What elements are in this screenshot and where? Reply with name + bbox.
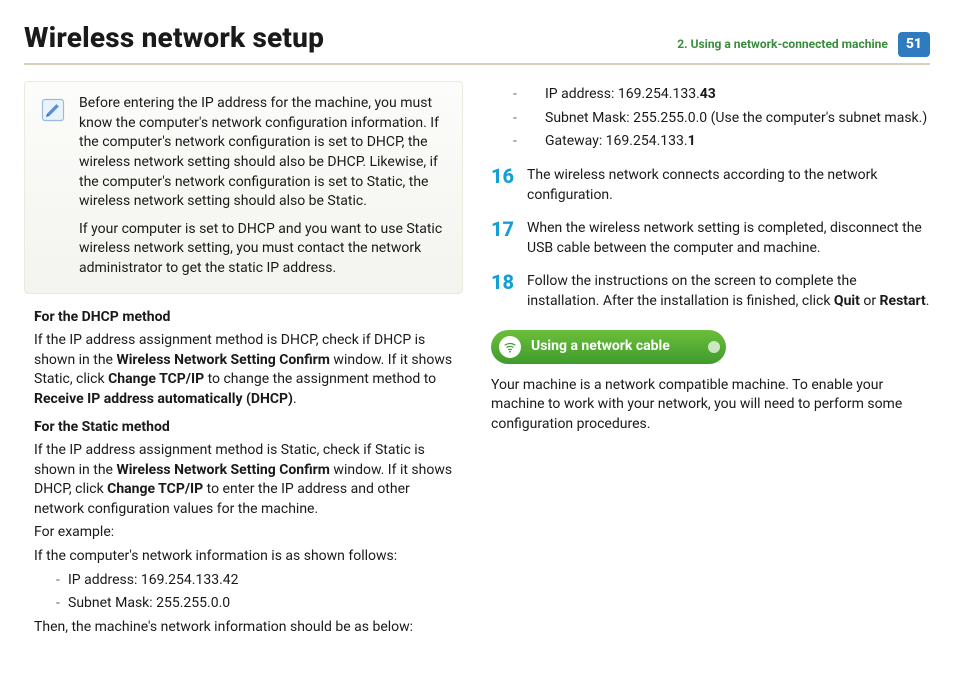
comp-info-lead: If the computer's network information is… [34, 547, 463, 567]
chapter-label: 2. Using a network-connected machine [677, 36, 888, 53]
note-p2: If your computer is set to DHCP and you … [79, 220, 448, 279]
section-pill-network-cable: Using a network cable [491, 330, 726, 364]
machine-gw: Gateway: 169.254.133.1 [491, 132, 930, 152]
bullet-dhcp-body: If the IP address assignment method is D… [34, 331, 463, 409]
note-icon [39, 94, 67, 278]
page-title: Wireless network setup [24, 18, 324, 57]
step-16-text: The wireless network connects according … [527, 166, 930, 205]
step-number-18: 18 [491, 272, 517, 311]
bullet-dhcp-title: For the DHCP method [34, 309, 170, 325]
content-columns: Before entering the IP address for the m… [24, 81, 930, 641]
bullet-dhcp: For the DHCP method If the IP address as… [24, 308, 463, 410]
left-column: Before entering the IP address for the m… [24, 81, 463, 641]
header-right: 2. Using a network-connected machine 51 [677, 32, 930, 58]
step-17: 17 When the wireless network setting is … [491, 219, 930, 258]
then-lead: Then, the machine's network information … [34, 618, 463, 638]
sub-ip: IP address: 169.254.133.42 [34, 571, 463, 591]
step-number-17: 17 [491, 219, 517, 258]
bullet-static: For the Static method If the IP address … [24, 418, 463, 638]
header: Wireless network setup 2. Using a networ… [24, 18, 930, 65]
wifi-icon [499, 336, 521, 358]
machine-mask: Subnet Mask: 255.255.0.0 (Use the comput… [491, 109, 930, 129]
step-number-16: 16 [491, 166, 517, 205]
step-16: 16 The wireless network connects accordi… [491, 166, 930, 205]
machine-ip: IP address: 169.254.133.43 [491, 85, 930, 105]
right-column: IP address: 169.254.133.43 Subnet Mask: … [491, 81, 930, 641]
note-p1: Before entering the IP address for the m… [79, 94, 448, 212]
section-pill-label: Using a network cable [531, 337, 670, 357]
for-example: For example: [34, 523, 463, 543]
step-18-text: Follow the instructions on the screen to… [527, 272, 930, 311]
step-17-text: When the wireless network setting is com… [527, 219, 930, 258]
note-body: Before entering the IP address for the m… [79, 94, 448, 278]
section-body: Your machine is a network compatible mac… [491, 376, 930, 435]
sub-mask: Subnet Mask: 255.255.0.0 [34, 594, 463, 614]
page-number: 51 [898, 32, 930, 58]
info-note: Before entering the IP address for the m… [24, 81, 463, 293]
page-container: Wireless network setup 2. Using a networ… [0, 0, 954, 675]
bullet-static-body: If the IP address assignment method is S… [34, 441, 463, 519]
step-18: 18 Follow the instructions on the screen… [491, 272, 930, 311]
bullet-static-title: For the Static method [34, 419, 170, 435]
section-heading-row: Using a network cable [491, 330, 930, 364]
